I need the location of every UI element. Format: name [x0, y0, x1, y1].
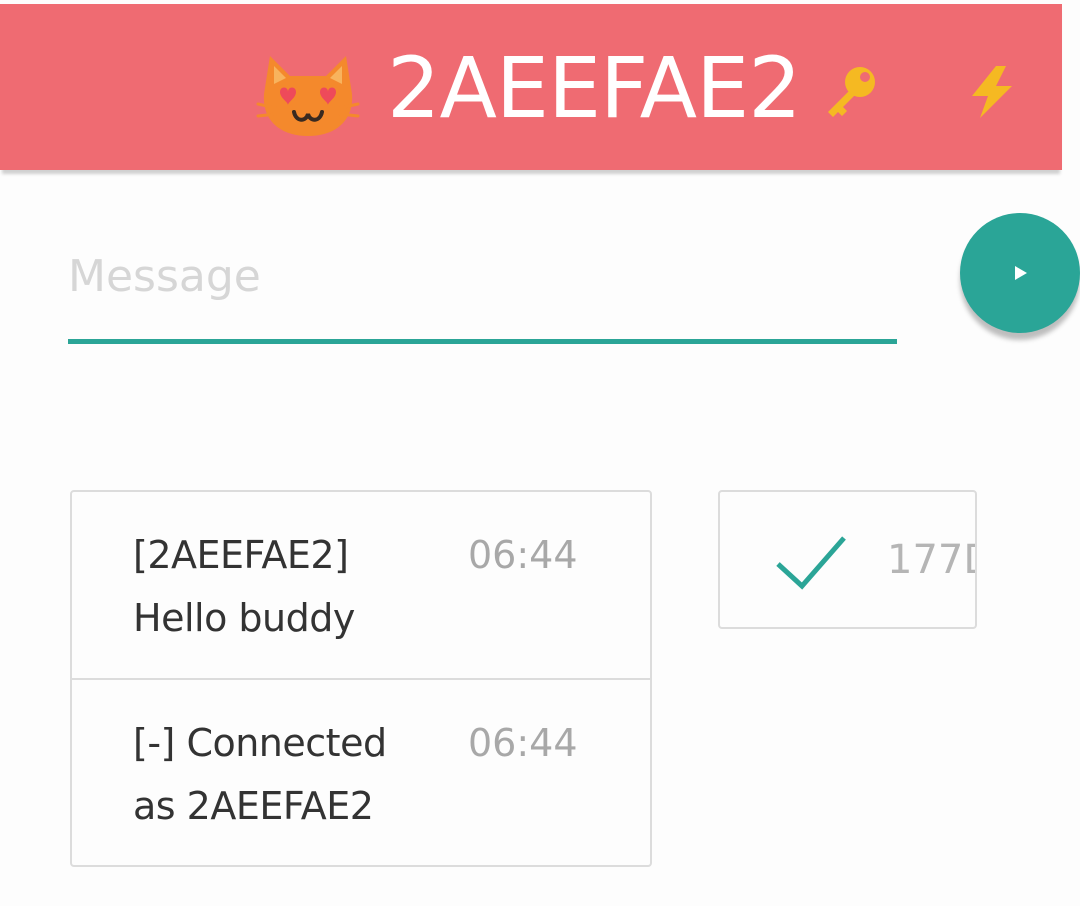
message-input[interactable]: [68, 246, 896, 306]
message-time: 06:44: [468, 721, 578, 765]
smiling-cat-heart-eyes-icon: [256, 56, 360, 136]
status-text: 177D: [887, 537, 975, 583]
send-button[interactable]: [960, 213, 1080, 333]
message-text: [2AEEFAE2] Hello buddy: [133, 533, 355, 640]
key-icon[interactable]: [820, 64, 880, 120]
list-item[interactable]: [2AEEFAE2] Hello buddy 06:44: [72, 492, 650, 678]
lightning-bolt-icon[interactable]: [966, 64, 1018, 120]
play-arrow-icon: [1015, 266, 1027, 280]
chat-title: 2AEEFAE2: [387, 39, 802, 137]
message-time: 06:44: [468, 533, 578, 577]
checkmark-icon: [776, 536, 846, 590]
delivery-status-card: 177D: [718, 490, 977, 629]
message-input-underline: [68, 339, 897, 344]
list-item[interactable]: [-] Connected as 2AEEFAE2 06:44: [72, 680, 650, 866]
message-list: [2AEEFAE2] Hello buddy 06:44 [-] Connect…: [70, 490, 652, 867]
app-header: 2AEEFAE2: [0, 4, 1062, 170]
message-text: [-] Connected as 2AEEFAE2: [133, 721, 387, 828]
